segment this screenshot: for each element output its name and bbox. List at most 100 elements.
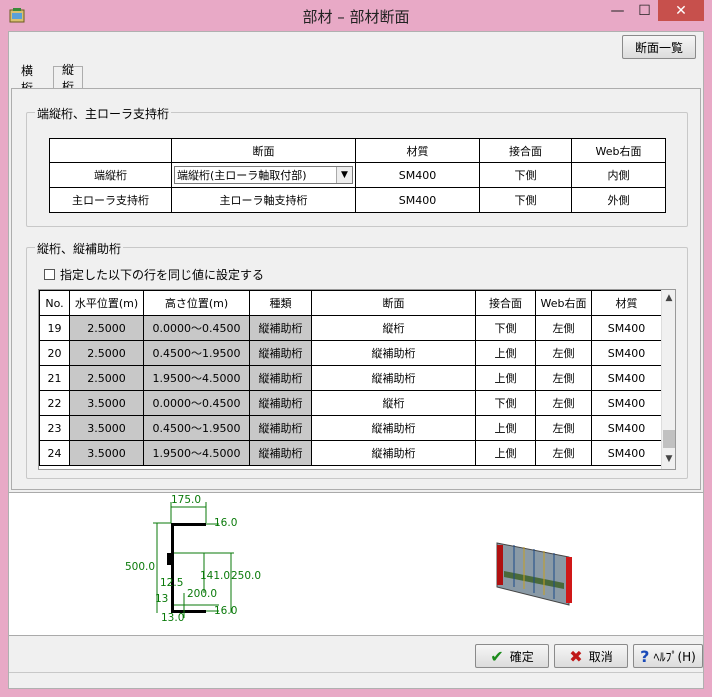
section-combo-value: 端縦桁(主ローラ軸取付部) (177, 169, 307, 182)
cell-web[interactable]: 左側 (535, 390, 592, 416)
header-face: 接合面 (475, 290, 536, 316)
cell-no: 23 (39, 415, 70, 441)
cell-section[interactable]: 縦桁 (311, 390, 476, 416)
minimize-button[interactable]: — (604, 0, 631, 21)
cell-face[interactable]: 上側 (475, 415, 536, 441)
material-cell[interactable]: SM400 (355, 162, 480, 188)
table-row[interactable]: 23 3.5000 0.4500～1.9500 縦補助桁 縦補助桁 上側 左側 … (39, 415, 662, 441)
table-row[interactable]: 20 2.5000 0.4500～1.9500 縦補助桁 縦補助桁 上側 左側 … (39, 340, 662, 366)
cell-material[interactable]: SM400 (591, 315, 662, 341)
cell-section[interactable]: 縦桁 (311, 315, 476, 341)
cell-height: 1.9500～4.5000 (143, 440, 250, 466)
row-name: 主ローラ支持桁 (49, 187, 172, 213)
cancel-button[interactable]: ✖ 取消 (554, 644, 628, 668)
cell-face[interactable]: 上側 (475, 365, 536, 391)
header-face: 接合面 (479, 138, 572, 163)
cell-section[interactable]: 縦補助桁 (311, 440, 476, 466)
cell-kind: 縦補助桁 (249, 315, 312, 341)
tab-cross-beam[interactable]: 横桁 (13, 64, 42, 95)
dim-250: 250.0 (231, 570, 262, 582)
scroll-down-arrow-icon[interactable]: ▼ (662, 452, 675, 466)
cell-material[interactable]: SM400 (591, 440, 662, 466)
tab-panel: 端縦桁、主ローラ支持桁 断面 材質 接合面 Web右面 端縦桁 端縦桁(主ローラ… (11, 88, 701, 490)
cell-web[interactable]: 左側 (535, 365, 592, 391)
cell-web[interactable]: 左側 (535, 415, 592, 441)
row-name: 端縦桁 (49, 162, 172, 188)
header-height: 高さ位置(m) (143, 290, 250, 316)
cell-material[interactable]: SM400 (591, 390, 662, 416)
help-label: ﾍﾙﾌﾟ(H) (653, 649, 696, 664)
grid-scrollbar[interactable]: ▲ ▼ (661, 290, 675, 469)
maximize-button[interactable]: ☐ (631, 0, 658, 21)
cell-horizontal: 2.5000 (69, 365, 144, 391)
header-blank (49, 138, 172, 163)
tab-stringer[interactable]: 縦桁 (53, 63, 84, 94)
dim-height: 500.0 (125, 561, 156, 573)
scroll-thumb[interactable] (663, 430, 675, 448)
header-section: 断面 (171, 138, 356, 163)
cell-face[interactable]: 上側 (475, 340, 536, 366)
cancel-label: 取消 (588, 649, 613, 664)
end-stringer-group-title: 端縦桁、主ローラ支持桁 (35, 105, 172, 122)
cross-icon: ✖ (569, 646, 583, 666)
cell-face[interactable]: 上側 (475, 440, 536, 466)
table-row[interactable]: 22 3.5000 0.0000～0.4500 縦補助桁 縦桁 下側 左側 SM… (39, 390, 662, 416)
cell-height: 1.9500～4.5000 (143, 365, 250, 391)
face-cell[interactable]: 下側 (479, 162, 572, 188)
face-cell[interactable]: 下側 (479, 187, 572, 213)
cell-kind: 縦補助桁 (249, 440, 312, 466)
table-row[interactable]: 19 2.5000 0.0000～0.4500 縦補助桁 縦桁 下側 左側 SM… (39, 315, 662, 341)
close-button[interactable]: ✕ (658, 0, 704, 21)
section-cell[interactable]: 主ローラ軸支持桁 (171, 187, 356, 213)
scroll-up-arrow-icon[interactable]: ▲ (662, 291, 675, 305)
table-row: 主ローラ支持桁 主ローラ軸支持桁 SM400 下側 外側 (49, 187, 666, 213)
cell-horizontal: 3.5000 (69, 440, 144, 466)
table-row[interactable]: 21 2.5000 1.9500～4.5000 縦補助桁 縦補助桁 上側 左側 … (39, 365, 662, 391)
cell-web[interactable]: 左側 (535, 440, 592, 466)
cell-material[interactable]: SM400 (591, 415, 662, 441)
help-icon: ? (640, 646, 650, 666)
cell-face[interactable]: 下側 (475, 390, 536, 416)
cell-horizontal: 3.5000 (69, 415, 144, 441)
cell-height: 0.4500～1.9500 (143, 340, 250, 366)
stringer-group: 縦桁、縦補助桁 指定した以下の行を同じ値に設定する No. 水平位置(m) 高さ… (26, 240, 688, 479)
cell-section[interactable]: 縦補助桁 (311, 365, 476, 391)
header-kind: 種類 (249, 290, 312, 316)
web-cell[interactable]: 外側 (571, 187, 666, 213)
cell-kind: 縦補助桁 (249, 340, 312, 366)
cell-web[interactable]: 左側 (535, 315, 592, 341)
cell-kind: 縦補助桁 (249, 390, 312, 416)
material-cell[interactable]: SM400 (355, 187, 480, 213)
stringer-group-title: 縦桁、縦補助桁 (35, 240, 124, 257)
header-web: Web右面 (571, 138, 666, 163)
web-cell[interactable]: 内側 (571, 162, 666, 188)
table-row[interactable]: 24 3.5000 1.9500～4.5000 縦補助桁 縦補助桁 上側 左側 … (39, 440, 662, 466)
dropdown-arrow-icon[interactable]: ▼ (336, 167, 352, 183)
title-bar: 部材 – 部材断面 — ☐ ✕ (0, 0, 712, 32)
cell-horizontal: 3.5000 (69, 390, 144, 416)
stringer-table: No. 水平位置(m) 高さ位置(m) 種類 断面 接合面 Web右面 材質 1… (39, 290, 662, 466)
header-material: 材質 (355, 138, 480, 163)
check-icon: ✔ (490, 646, 504, 666)
section-preview: 175.0 16.0 500.0 141.0 250.0 200.0 12.5 … (9, 492, 703, 636)
same-value-checkbox[interactable] (44, 269, 55, 280)
cell-web[interactable]: 左側 (535, 340, 592, 366)
help-button[interactable]: ? ﾍﾙﾌﾟ(H) (633, 644, 703, 668)
cell-no: 21 (39, 365, 70, 391)
cell-section[interactable]: 縦補助桁 (311, 340, 476, 366)
ok-button[interactable]: ✔ 確定 (475, 644, 549, 668)
same-value-label: 指定した以下の行を同じ値に設定する (60, 268, 265, 282)
section-list-button[interactable]: 断面一覧 (622, 35, 696, 59)
dim-bot-thk: 16.0 (214, 605, 238, 617)
cell-material[interactable]: SM400 (591, 340, 662, 366)
window: 部材 – 部材断面 — ☐ ✕ 断面一覧 横桁 縦桁 端縦桁、主ローラ支持桁 断… (0, 0, 712, 697)
cell-no: 22 (39, 390, 70, 416)
section-combo-cell[interactable]: 端縦桁(主ローラ軸取付部) ▼ (171, 162, 356, 188)
cell-section[interactable]: 縦補助桁 (311, 415, 476, 441)
cell-face[interactable]: 下側 (475, 315, 536, 341)
header-horizontal: 水平位置(m) (69, 290, 144, 316)
section-combo[interactable]: 端縦桁(主ローラ軸取付部) ▼ (174, 166, 353, 184)
cell-material[interactable]: SM400 (591, 365, 662, 391)
dim-200: 200.0 (187, 588, 218, 600)
cell-no: 24 (39, 440, 70, 466)
